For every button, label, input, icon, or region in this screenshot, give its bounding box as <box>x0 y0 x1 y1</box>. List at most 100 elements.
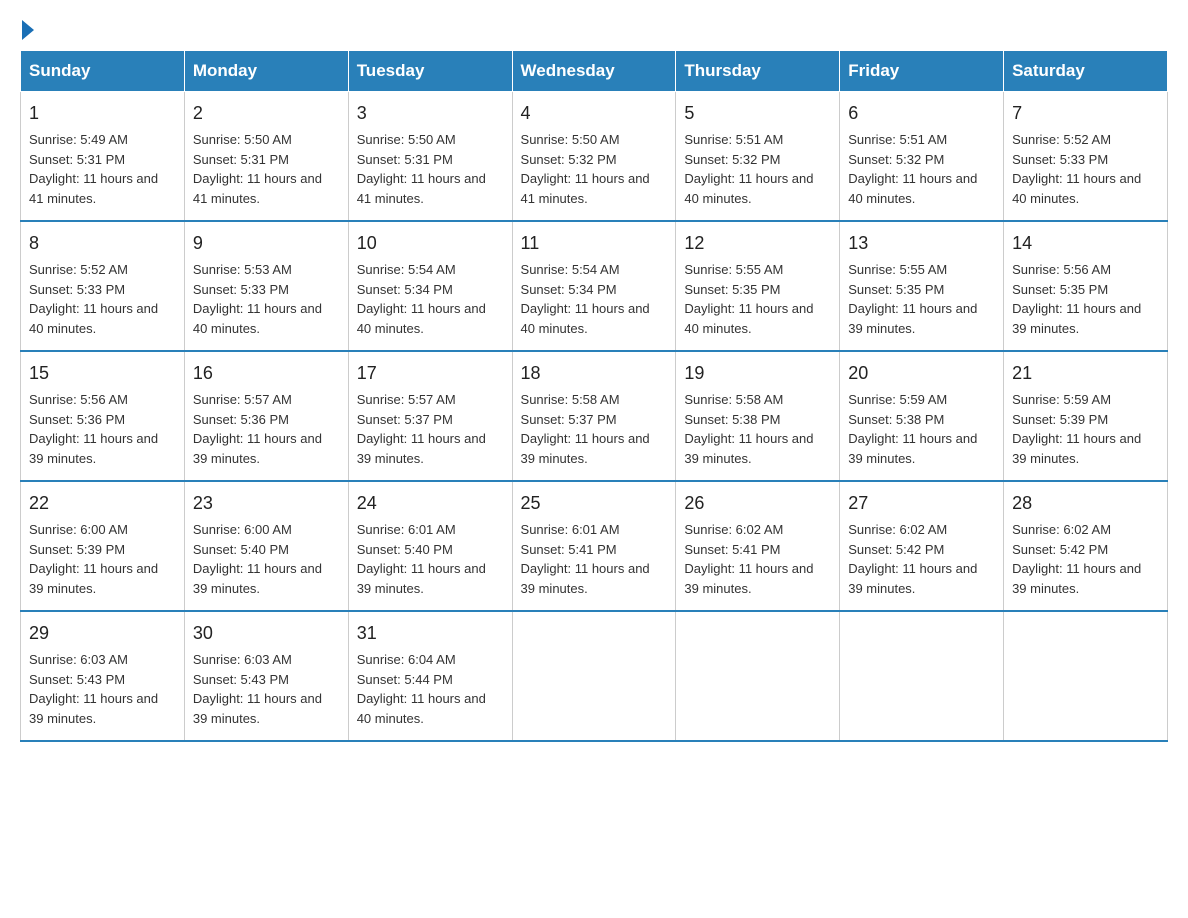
day-sunset: Sunset: 5:35 PM <box>1012 282 1108 297</box>
calendar-cell: 5 Sunrise: 5:51 AM Sunset: 5:32 PM Dayli… <box>676 92 840 222</box>
day-sunrise: Sunrise: 5:59 AM <box>1012 392 1111 407</box>
calendar-cell: 2 Sunrise: 5:50 AM Sunset: 5:31 PM Dayli… <box>184 92 348 222</box>
day-number: 30 <box>193 620 340 647</box>
calendar-week-row: 22 Sunrise: 6:00 AM Sunset: 5:39 PM Dayl… <box>21 481 1168 611</box>
day-daylight: Daylight: 11 hours and 39 minutes. <box>357 561 486 596</box>
calendar-table: SundayMondayTuesdayWednesdayThursdayFrid… <box>20 50 1168 742</box>
calendar-cell <box>1004 611 1168 741</box>
day-daylight: Daylight: 11 hours and 39 minutes. <box>684 431 813 466</box>
day-sunrise: Sunrise: 6:00 AM <box>193 522 292 537</box>
day-sunset: Sunset: 5:40 PM <box>357 542 453 557</box>
day-daylight: Daylight: 11 hours and 39 minutes. <box>29 431 158 466</box>
day-number: 4 <box>521 100 668 127</box>
day-number: 2 <box>193 100 340 127</box>
day-sunrise: Sunrise: 5:49 AM <box>29 132 128 147</box>
day-sunset: Sunset: 5:37 PM <box>521 412 617 427</box>
day-daylight: Daylight: 11 hours and 39 minutes. <box>1012 301 1141 336</box>
day-sunset: Sunset: 5:31 PM <box>193 152 289 167</box>
calendar-cell: 25 Sunrise: 6:01 AM Sunset: 5:41 PM Dayl… <box>512 481 676 611</box>
day-daylight: Daylight: 11 hours and 39 minutes. <box>29 561 158 596</box>
day-daylight: Daylight: 11 hours and 41 minutes. <box>357 171 486 206</box>
day-sunset: Sunset: 5:34 PM <box>521 282 617 297</box>
day-number: 11 <box>521 230 668 257</box>
day-number: 3 <box>357 100 504 127</box>
calendar-week-row: 29 Sunrise: 6:03 AM Sunset: 5:43 PM Dayl… <box>21 611 1168 741</box>
day-sunset: Sunset: 5:32 PM <box>521 152 617 167</box>
day-sunset: Sunset: 5:31 PM <box>357 152 453 167</box>
calendar-cell: 8 Sunrise: 5:52 AM Sunset: 5:33 PM Dayli… <box>21 221 185 351</box>
day-daylight: Daylight: 11 hours and 40 minutes. <box>357 691 486 726</box>
day-sunset: Sunset: 5:44 PM <box>357 672 453 687</box>
day-daylight: Daylight: 11 hours and 40 minutes. <box>848 171 977 206</box>
weekday-header-row: SundayMondayTuesdayWednesdayThursdayFrid… <box>21 51 1168 92</box>
day-daylight: Daylight: 11 hours and 41 minutes. <box>521 171 650 206</box>
day-sunset: Sunset: 5:31 PM <box>29 152 125 167</box>
day-sunrise: Sunrise: 5:56 AM <box>29 392 128 407</box>
calendar-cell: 13 Sunrise: 5:55 AM Sunset: 5:35 PM Dayl… <box>840 221 1004 351</box>
day-number: 1 <box>29 100 176 127</box>
calendar-cell: 18 Sunrise: 5:58 AM Sunset: 5:37 PM Dayl… <box>512 351 676 481</box>
day-number: 6 <box>848 100 995 127</box>
day-sunset: Sunset: 5:33 PM <box>1012 152 1108 167</box>
day-number: 18 <box>521 360 668 387</box>
day-sunrise: Sunrise: 6:03 AM <box>29 652 128 667</box>
weekday-header-sunday: Sunday <box>21 51 185 92</box>
day-sunrise: Sunrise: 6:01 AM <box>521 522 620 537</box>
day-sunrise: Sunrise: 6:02 AM <box>684 522 783 537</box>
logo <box>20 20 34 40</box>
calendar-cell: 1 Sunrise: 5:49 AM Sunset: 5:31 PM Dayli… <box>21 92 185 222</box>
day-daylight: Daylight: 11 hours and 41 minutes. <box>193 171 322 206</box>
day-sunset: Sunset: 5:35 PM <box>848 282 944 297</box>
day-sunset: Sunset: 5:35 PM <box>684 282 780 297</box>
day-sunrise: Sunrise: 5:57 AM <box>357 392 456 407</box>
weekday-header-saturday: Saturday <box>1004 51 1168 92</box>
calendar-cell: 3 Sunrise: 5:50 AM Sunset: 5:31 PM Dayli… <box>348 92 512 222</box>
day-number: 13 <box>848 230 995 257</box>
day-sunrise: Sunrise: 5:58 AM <box>684 392 783 407</box>
day-daylight: Daylight: 11 hours and 39 minutes. <box>848 561 977 596</box>
calendar-cell: 17 Sunrise: 5:57 AM Sunset: 5:37 PM Dayl… <box>348 351 512 481</box>
day-daylight: Daylight: 11 hours and 40 minutes. <box>521 301 650 336</box>
day-sunrise: Sunrise: 6:00 AM <box>29 522 128 537</box>
day-sunset: Sunset: 5:33 PM <box>193 282 289 297</box>
day-sunrise: Sunrise: 6:02 AM <box>848 522 947 537</box>
day-sunset: Sunset: 5:43 PM <box>29 672 125 687</box>
day-number: 28 <box>1012 490 1159 517</box>
calendar-cell: 26 Sunrise: 6:02 AM Sunset: 5:41 PM Dayl… <box>676 481 840 611</box>
day-number: 31 <box>357 620 504 647</box>
day-daylight: Daylight: 11 hours and 40 minutes. <box>684 171 813 206</box>
calendar-cell: 7 Sunrise: 5:52 AM Sunset: 5:33 PM Dayli… <box>1004 92 1168 222</box>
day-daylight: Daylight: 11 hours and 40 minutes. <box>29 301 158 336</box>
day-number: 26 <box>684 490 831 517</box>
day-daylight: Daylight: 11 hours and 39 minutes. <box>1012 431 1141 466</box>
day-sunrise: Sunrise: 5:52 AM <box>29 262 128 277</box>
calendar-cell: 28 Sunrise: 6:02 AM Sunset: 5:42 PM Dayl… <box>1004 481 1168 611</box>
calendar-cell: 24 Sunrise: 6:01 AM Sunset: 5:40 PM Dayl… <box>348 481 512 611</box>
day-sunrise: Sunrise: 5:50 AM <box>357 132 456 147</box>
calendar-cell: 10 Sunrise: 5:54 AM Sunset: 5:34 PM Dayl… <box>348 221 512 351</box>
day-number: 20 <box>848 360 995 387</box>
calendar-cell: 4 Sunrise: 5:50 AM Sunset: 5:32 PM Dayli… <box>512 92 676 222</box>
weekday-header-tuesday: Tuesday <box>348 51 512 92</box>
calendar-week-row: 1 Sunrise: 5:49 AM Sunset: 5:31 PM Dayli… <box>21 92 1168 222</box>
day-daylight: Daylight: 11 hours and 41 minutes. <box>29 171 158 206</box>
day-sunrise: Sunrise: 5:57 AM <box>193 392 292 407</box>
calendar-cell: 16 Sunrise: 5:57 AM Sunset: 5:36 PM Dayl… <box>184 351 348 481</box>
day-sunset: Sunset: 5:36 PM <box>29 412 125 427</box>
day-sunset: Sunset: 5:38 PM <box>848 412 944 427</box>
day-number: 17 <box>357 360 504 387</box>
day-number: 23 <box>193 490 340 517</box>
day-sunset: Sunset: 5:38 PM <box>684 412 780 427</box>
day-daylight: Daylight: 11 hours and 40 minutes. <box>193 301 322 336</box>
calendar-week-row: 8 Sunrise: 5:52 AM Sunset: 5:33 PM Dayli… <box>21 221 1168 351</box>
calendar-cell: 12 Sunrise: 5:55 AM Sunset: 5:35 PM Dayl… <box>676 221 840 351</box>
day-sunset: Sunset: 5:42 PM <box>848 542 944 557</box>
day-daylight: Daylight: 11 hours and 39 minutes. <box>848 301 977 336</box>
day-daylight: Daylight: 11 hours and 39 minutes. <box>684 561 813 596</box>
day-sunset: Sunset: 5:33 PM <box>29 282 125 297</box>
day-sunrise: Sunrise: 6:02 AM <box>1012 522 1111 537</box>
day-sunset: Sunset: 5:42 PM <box>1012 542 1108 557</box>
day-sunset: Sunset: 5:32 PM <box>848 152 944 167</box>
day-daylight: Daylight: 11 hours and 39 minutes. <box>521 431 650 466</box>
calendar-cell: 31 Sunrise: 6:04 AM Sunset: 5:44 PM Dayl… <box>348 611 512 741</box>
